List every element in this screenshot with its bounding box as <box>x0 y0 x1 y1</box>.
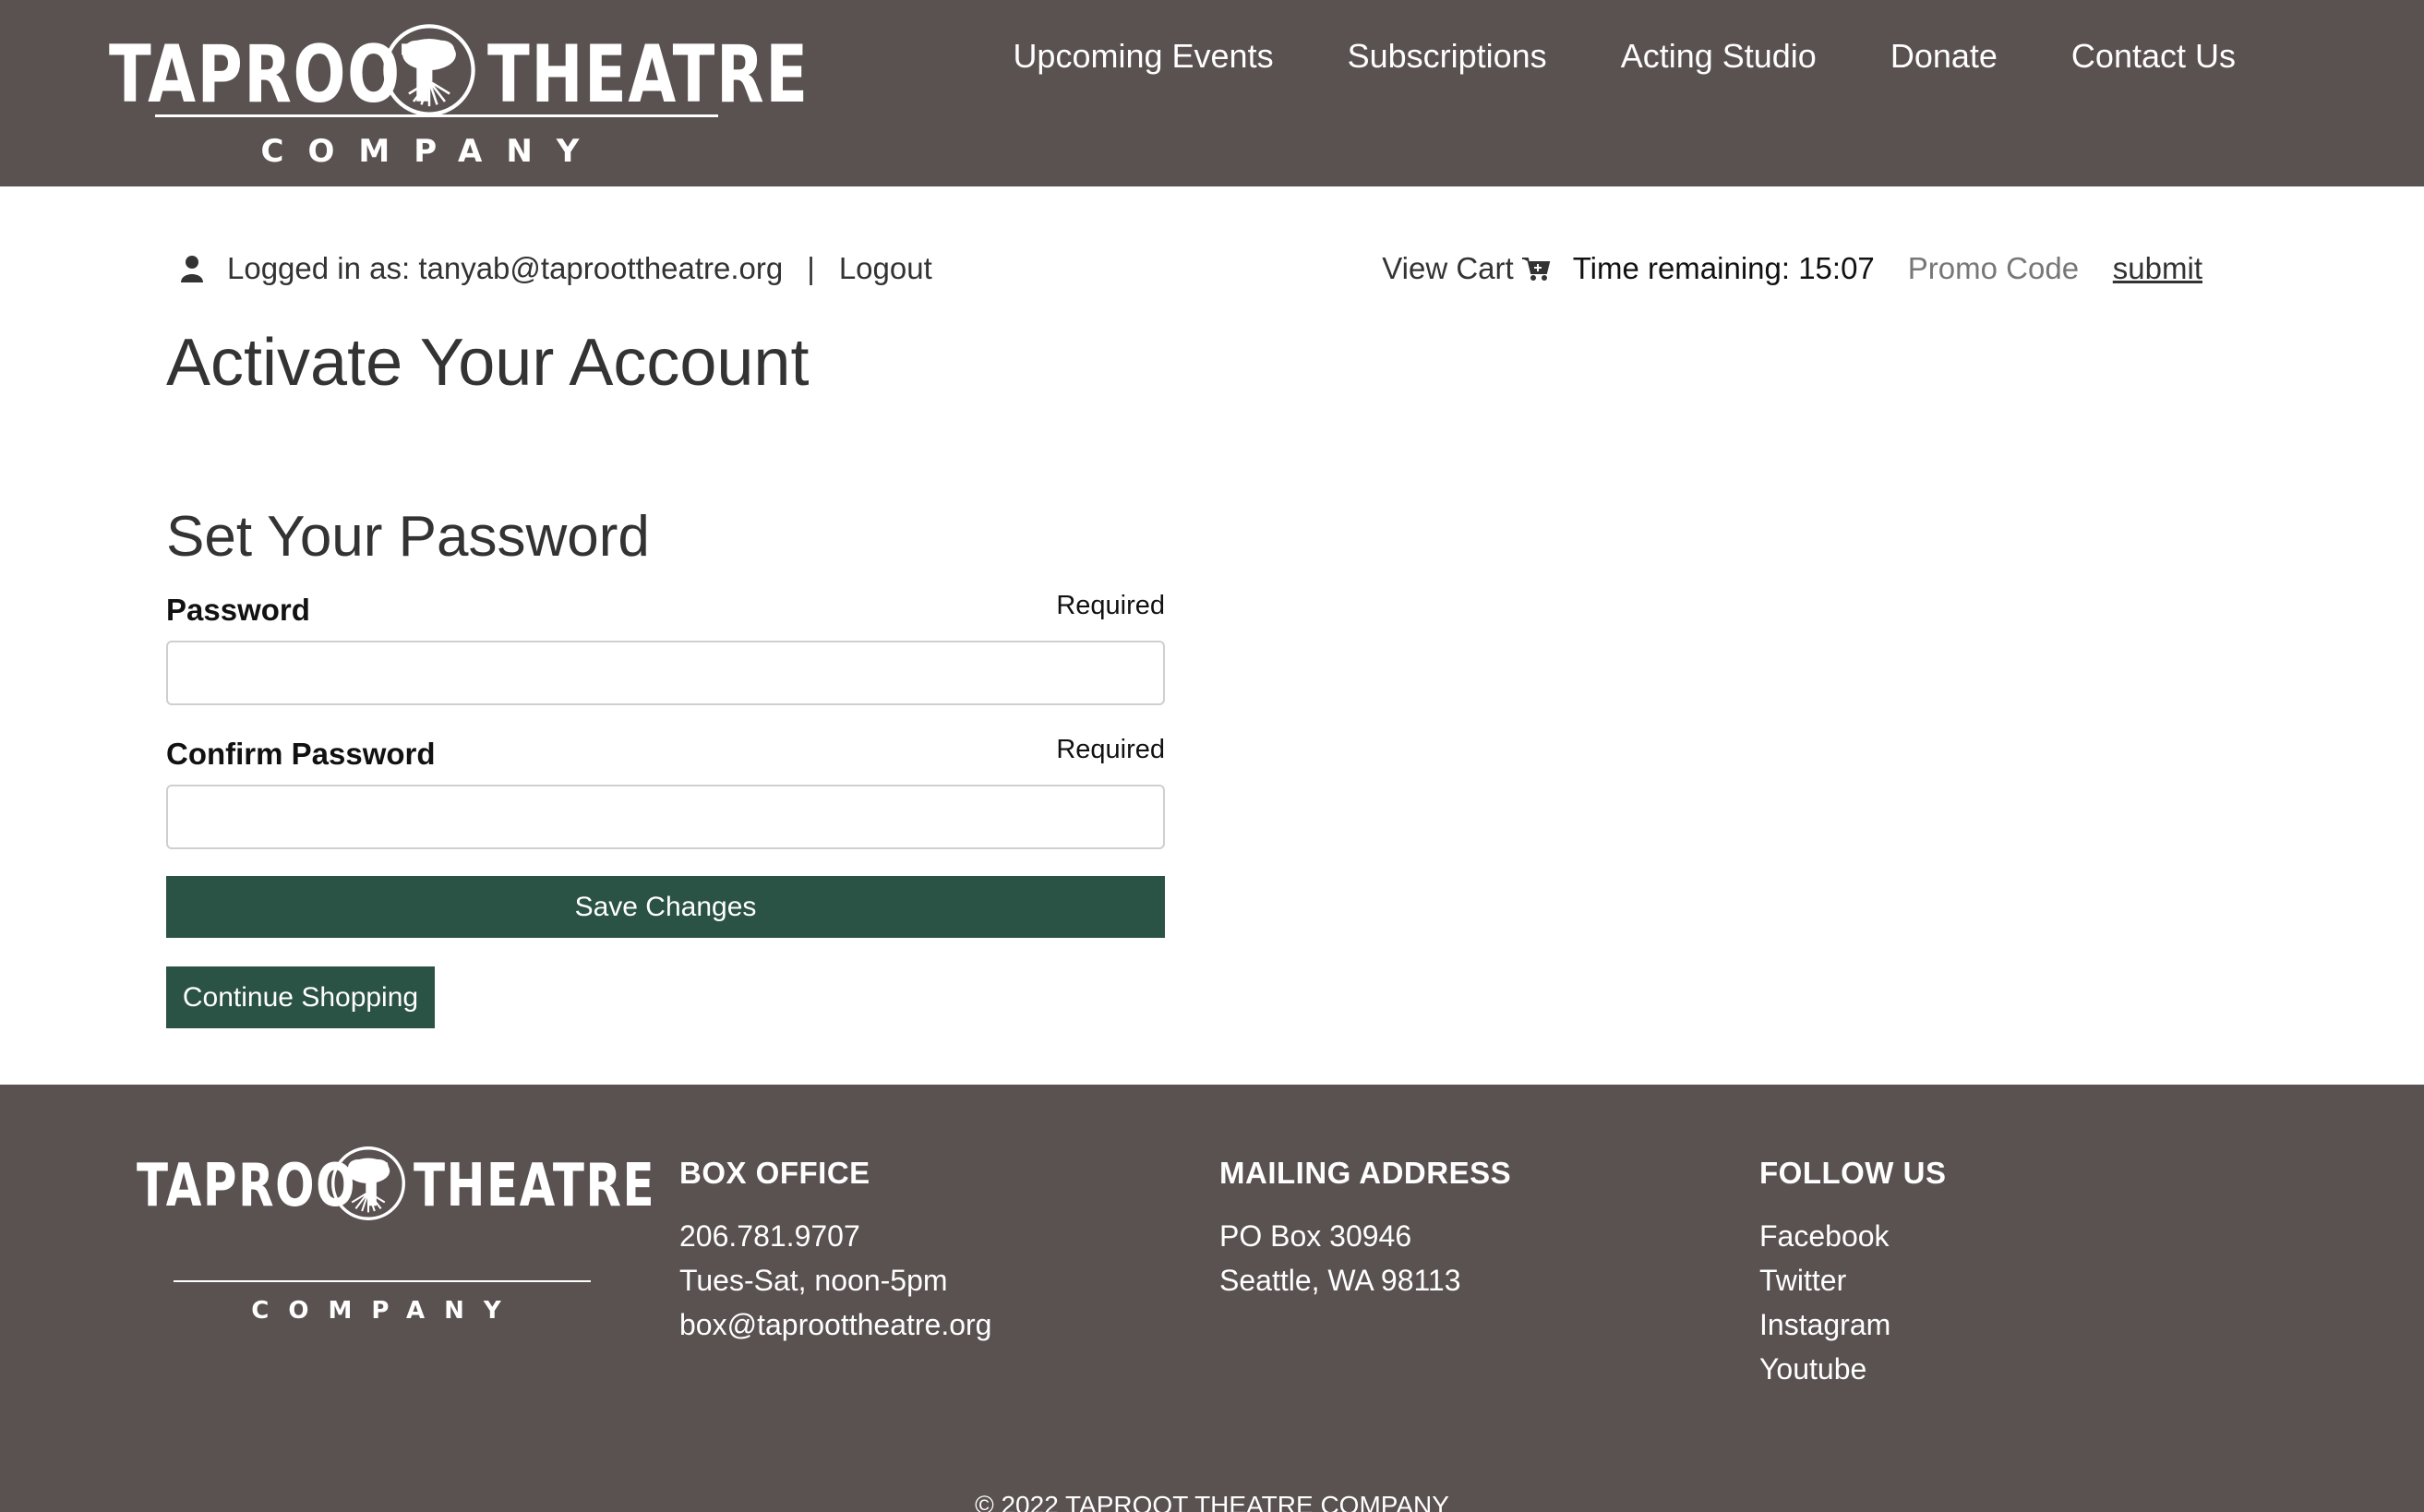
box-office-hours: Tues-Sat, noon-5pm <box>679 1264 948 1297</box>
footer-logo-word-theatre: THEATRE <box>414 1152 656 1220</box>
time-remaining: Time remaining: 15:07 <box>1572 251 1875 285</box>
logo-word-theatre: THEATRE <box>487 29 810 121</box>
logo-word-taproot: TAPROOT <box>109 29 446 121</box>
cart-icon <box>1521 258 1550 281</box>
footer-logo-word-taproot: TAPROOT <box>137 1152 390 1220</box>
box-office-heading: BOX OFFICE <box>679 1156 870 1190</box>
view-cart-label: View Cart <box>1382 251 1514 285</box>
footer-logo-rule <box>174 1280 591 1282</box>
footer-logo[interactable]: TAPROOT THEATRE COMPANY <box>137 1146 656 1325</box>
main-nav: Upcoming Events Subscriptions Acting Stu… <box>939 37 2236 76</box>
account-bar: Logged in as: tanyab@taproottheatre.org … <box>181 251 932 286</box>
nav-acting-studio[interactable]: Acting Studio <box>1621 37 1817 76</box>
password-input[interactable] <box>166 641 1165 705</box>
logo-word-company: COMPANY <box>260 133 604 170</box>
page-title: Activate Your Account <box>166 326 810 400</box>
logged-in-text: Logged in as: tanyab@taproottheatre.org <box>227 251 784 285</box>
twitter-link[interactable]: Twitter <box>1759 1258 1946 1302</box>
follow-us-heading: FOLLOW US <box>1759 1156 1947 1190</box>
site-footer: TAPROOT THEATRE COMPANY BOX OFFICE 206.7… <box>0 1085 2424 1512</box>
youtube-link[interactable]: Youtube <box>1759 1347 1946 1391</box>
confirm-password-field-group: Confirm Password Required <box>166 731 1165 851</box>
confirm-password-input[interactable] <box>166 785 1165 849</box>
footer-logo-word-company: COMPANY <box>251 1297 521 1325</box>
footer-mailing-address: MAILING ADDRESS PO Box 30946 Seattle, WA… <box>1219 1151 1511 1302</box>
cart-bar: View Cart Time remaining: 15:07 submit <box>1382 251 2202 286</box>
mailing-line-2: Seattle, WA 98113 <box>1219 1264 1461 1297</box>
box-office-phone[interactable]: 206.781.9707 <box>679 1214 991 1258</box>
logout-link[interactable]: Logout <box>839 251 932 286</box>
footer-box-office: BOX OFFICE 206.781.9707 Tues-Sat, noon-5… <box>679 1151 991 1347</box>
continue-shopping-button[interactable]: Continue Shopping <box>166 966 435 1028</box>
section-title: Set Your Password <box>166 505 650 569</box>
site-header: TAPROOT THEATRE COMPANY Upcoming Events … <box>0 0 2424 186</box>
password-label: Password <box>166 593 310 627</box>
nav-contact-us[interactable]: Contact Us <box>2071 37 2236 76</box>
password-field-group: Password Required <box>166 587 1165 707</box>
nav-subscriptions[interactable]: Subscriptions <box>1348 37 1547 76</box>
separator: | <box>807 251 815 285</box>
nav-donate[interactable]: Donate <box>1890 37 1998 76</box>
box-office-email[interactable]: box@taproottheatre.org <box>679 1302 991 1347</box>
password-required: Required <box>1056 591 1165 620</box>
instagram-link[interactable]: Instagram <box>1759 1302 1946 1347</box>
promo-submit-link[interactable]: submit <box>2113 251 2202 286</box>
user-icon <box>181 256 203 282</box>
promo-code-input[interactable] <box>1907 251 2078 286</box>
mailing-address-heading: MAILING ADDRESS <box>1219 1156 1512 1190</box>
facebook-link[interactable]: Facebook <box>1759 1214 1946 1258</box>
view-cart-link[interactable]: View Cart <box>1382 251 1550 286</box>
confirm-password-required: Required <box>1056 735 1165 764</box>
logo-rule <box>155 114 718 117</box>
mailing-line-1: PO Box 30946 <box>1219 1219 1412 1253</box>
confirm-password-label: Confirm Password <box>166 737 436 771</box>
nav-upcoming-events[interactable]: Upcoming Events <box>1013 37 1273 76</box>
copyright: © 2022 TAPROOT THEATRE COMPANY <box>975 1491 1449 1512</box>
save-changes-button[interactable]: Save Changes <box>166 876 1165 938</box>
taproot-logo[interactable]: TAPROOT THEATRE COMPANY <box>109 24 810 172</box>
footer-follow-us: FOLLOW US Facebook Twitter Instagram You… <box>1759 1151 1946 1391</box>
